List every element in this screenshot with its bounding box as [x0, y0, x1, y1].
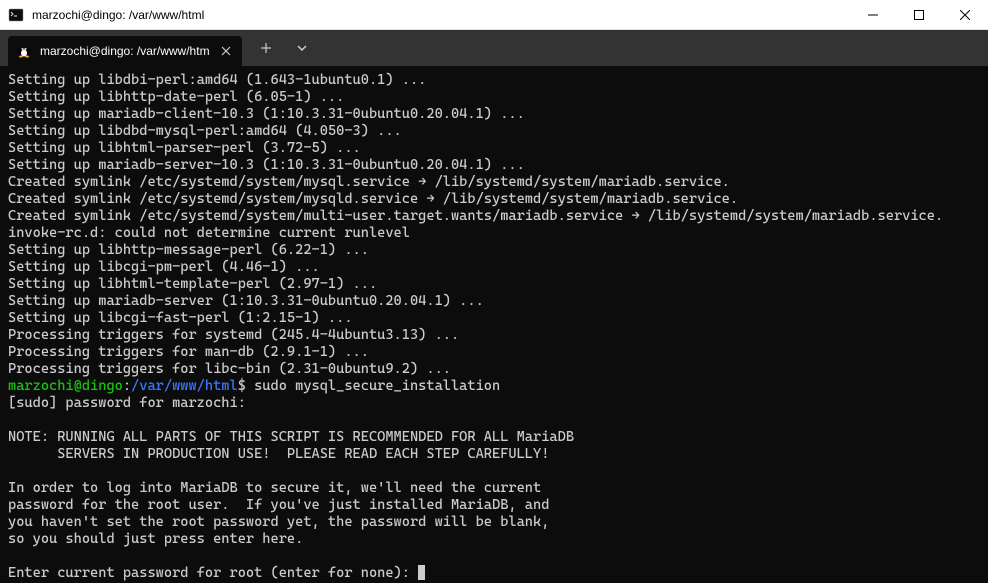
prompt-user-host: marzochi@dingo: [8, 378, 123, 394]
terminal-line: [8, 548, 980, 565]
prompt-colon: :: [123, 378, 131, 394]
terminal-line: Processing triggers for libc-bin (2.31-0…: [8, 361, 980, 378]
terminal-line: [sudo] password for marzochi:: [8, 395, 980, 412]
close-button[interactable]: [942, 0, 988, 29]
prompt-path: /var/www/html: [131, 378, 238, 394]
terminal-cursor: [418, 565, 425, 580]
tab-bar: marzochi@dingo: /var/www/htm: [0, 30, 988, 66]
terminal-line: Setting up libhtml-parser-perl (3.72-5) …: [8, 140, 980, 157]
terminal-line: so you should just press enter here.: [8, 531, 980, 548]
prompt-dollar: $: [238, 378, 254, 394]
tab-actions: [250, 34, 318, 62]
tab-title: marzochi@dingo: /var/www/htm: [40, 44, 210, 58]
terminal-prompt-line: marzochi@dingo:/var/www/html$ sudo mysql…: [8, 378, 980, 395]
terminal-line: In order to log into MariaDB to secure i…: [8, 480, 980, 497]
terminal-line: [8, 412, 980, 429]
terminal-line: Setting up libhttp-date-perl (6.05-1) ..…: [8, 89, 980, 106]
terminal-line: SERVERS IN PRODUCTION USE! PLEASE READ E…: [8, 446, 980, 463]
window-title: marzochi@dingo: /var/www/html: [32, 8, 850, 22]
tux-icon: [16, 43, 32, 59]
terminal-line: NOTE: RUNNING ALL PARTS OF THIS SCRIPT I…: [8, 429, 980, 446]
terminal-line: Setting up libcgi-pm-perl (4.46-1) ...: [8, 259, 980, 276]
terminal-line: Setting up libhttp-message-perl (6.22-1)…: [8, 242, 980, 259]
terminal-tab[interactable]: marzochi@dingo: /var/www/htm: [8, 36, 242, 66]
terminal-line: Created symlink /etc/systemd/system/mult…: [8, 208, 980, 225]
maximize-button[interactable]: [896, 0, 942, 29]
tab-close-button[interactable]: [218, 43, 234, 59]
terminal-line: Setting up libdbd-mysql-perl:amd64 (4.05…: [8, 123, 980, 140]
terminal-line: Setting up mariadb-client-10.3 (1:10.3.3…: [8, 106, 980, 123]
terminal-output[interactable]: Setting up libdbi-perl:amd64 (1.643-1ubu…: [0, 66, 988, 583]
window-titlebar: marzochi@dingo: /var/www/html: [0, 0, 988, 30]
terminal-line: password for the root user. If you've ju…: [8, 497, 980, 514]
terminal-line: invoke-rc.d: could not determine current…: [8, 225, 980, 242]
prompt-command: sudo mysql_secure_installation: [254, 378, 500, 394]
terminal-line: Setting up mariadb-server-10.3 (1:10.3.3…: [8, 157, 980, 174]
window-controls: [850, 0, 988, 29]
terminal-line: [8, 463, 980, 480]
terminal-line: you haven't set the root password yet, t…: [8, 514, 980, 531]
tab-dropdown-button[interactable]: [286, 34, 318, 62]
terminal-line: Setting up libcgi-fast-perl (1:2.15-1) .…: [8, 310, 980, 327]
terminal-line: Setting up libdbi-perl:amd64 (1.643-1ubu…: [8, 72, 980, 89]
terminal-line: Created symlink /etc/systemd/system/mysq…: [8, 174, 980, 191]
terminal-line: Processing triggers for man-db (2.9.1-1)…: [8, 344, 980, 361]
terminal-input-line: Enter current password for root (enter f…: [8, 565, 980, 582]
terminal-line: Processing triggers for systemd (245.4-4…: [8, 327, 980, 344]
terminal-app-icon: [8, 7, 24, 23]
terminal-line: Created symlink /etc/systemd/system/mysq…: [8, 191, 980, 208]
minimize-button[interactable]: [850, 0, 896, 29]
terminal-line: Setting up mariadb-server (1:10.3.31-0ub…: [8, 293, 980, 310]
terminal-line: Setting up libhtml-template-perl (2.97-1…: [8, 276, 980, 293]
new-tab-button[interactable]: [250, 34, 282, 62]
